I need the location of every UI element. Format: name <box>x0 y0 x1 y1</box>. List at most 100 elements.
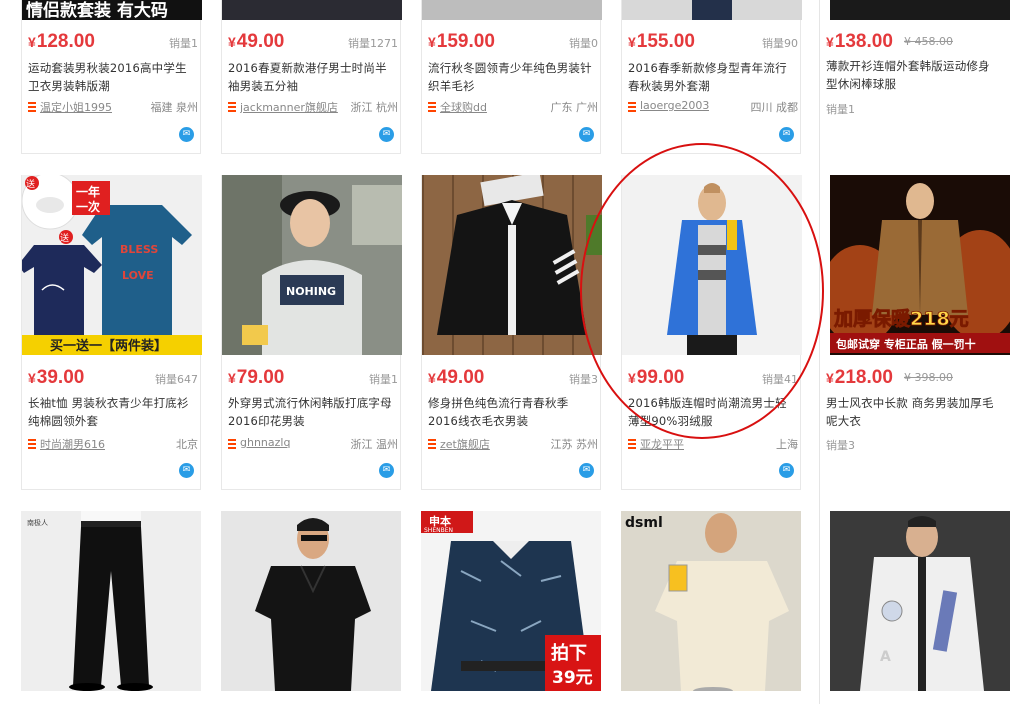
product-image[interactable]: BLESS LOVE 一年 一次 送 送 买一送一【两件装】 <box>22 175 202 355</box>
price-tag-text: 拍下 <box>551 642 587 664</box>
price-row: ¥79.00 销量1 <box>228 365 398 391</box>
product-card[interactable]: ¥99.00 销量41 2016韩版连帽时尚潮流男士轻薄型90%羽绒服 亚龙平平… <box>621 175 802 490</box>
shop-link[interactable]: 温定小姐1995 <box>40 99 112 115</box>
product-image[interactable]: 情侣款套装 有大码 <box>22 0 202 20</box>
product-title[interactable]: 外穿男式流行休闲韩版打底字母2016印花男装 <box>228 394 398 430</box>
price: ¥138.00 <box>826 31 893 52</box>
brand-logo-text: 南极人 <box>27 518 48 527</box>
shop-icon <box>628 102 636 112</box>
product-card[interactable]: ¥49.00 销量3 修身拼色纯色流行青春秋季2016线衣毛衣男装 zet旗舰店… <box>421 175 602 490</box>
product-card[interactable]: dsml <box>621 511 801 695</box>
shop-icon <box>428 439 436 449</box>
image-text: NOHING <box>286 285 336 298</box>
image-banner-text: 情侣款套装 有大码 <box>26 1 168 20</box>
product-card[interactable]: BLESS LOVE 一年 一次 送 送 买一送一【两件装】 ¥39.00 销量… <box>21 175 202 490</box>
chat-bubble-icon[interactable]: ✉ <box>579 127 594 142</box>
shop-row: zet旗舰店 江苏 苏州 <box>428 436 598 452</box>
product-title[interactable]: 运动套装男秋装2016高中学生卫衣男装韩版潮 <box>28 59 198 95</box>
shop-link[interactable]: laoerge2003 <box>640 99 709 112</box>
brand-logo-text: dsml <box>625 515 663 531</box>
product-image[interactable] <box>622 175 802 355</box>
column-divider <box>819 0 820 704</box>
shop-row: jackmanner旗舰店 浙江 杭州 <box>228 99 398 115</box>
product-title[interactable]: 薄款开衫连帽外套韩版运动修身型休闲棒球服 <box>826 57 996 93</box>
sales-count: 销量1271 <box>348 37 398 50</box>
image-banner-subtext: 包邮试穿 专柜正品 假一罚十 <box>835 337 976 351</box>
product-image[interactable] <box>422 175 602 355</box>
location: 福建 泉州 <box>150 101 199 114</box>
price: ¥99.00 <box>628 367 685 388</box>
shop-link[interactable]: 时尚潮男616 <box>40 436 105 452</box>
chat-bubble-icon[interactable]: ✉ <box>379 463 394 478</box>
chat-bubble-icon[interactable]: ✉ <box>179 127 194 142</box>
product-card[interactable]: 申本 SHENBEN 拍下 39元 <box>421 511 601 691</box>
product-card[interactable]: ¥155.00 销量90 2016春季新款修身型青年流行春秋装男外套潮 laoe… <box>621 0 802 154</box>
product-image[interactable]: dsml <box>621 511 801 695</box>
price-row: ¥138.00 ¥ 458.00 <box>826 29 996 55</box>
product-image[interactable]: NOHING <box>222 175 402 355</box>
product-card[interactable]: ¥49.00 销量1271 2016春夏新款港仔男士时尚半袖男装五分袖 jack… <box>221 0 402 154</box>
chat-bubble-icon[interactable]: ✉ <box>379 127 394 142</box>
price-tag-price: 39元 <box>552 668 593 688</box>
product-image[interactable] <box>222 0 402 20</box>
sales-count: 销量41 <box>762 373 798 386</box>
product-title[interactable]: 流行秋冬圆领青少年纯色男装针织羊毛衫 <box>428 59 598 95</box>
location: 上海 <box>776 438 798 451</box>
chat-bubble-icon[interactable]: ✉ <box>179 463 194 478</box>
product-title[interactable]: 2016春季新款修身型青年流行春秋装男外套潮 <box>628 59 798 95</box>
shop-icon <box>28 102 36 112</box>
sales-count: 销量1 <box>169 37 198 50</box>
location: 浙江 杭州 <box>350 101 399 114</box>
brand-logo-text: 申本 <box>429 514 451 528</box>
original-price: ¥ 398.00 <box>904 371 953 384</box>
shop-icon <box>628 439 636 449</box>
chat-bubble-icon[interactable]: ✉ <box>779 463 794 478</box>
price-row: ¥128.00 销量1 <box>28 29 198 55</box>
shop-link[interactable]: 亚龙平平 <box>640 436 684 452</box>
shop-row: 全球购dd 广东 广州 <box>428 99 598 115</box>
product-card[interactable]: 加厚保暖218元 包邮试穿 专柜正品 假一罚十 ¥218.00 ¥ 398.00… <box>826 175 1010 490</box>
image-text: BLESS <box>120 243 158 256</box>
product-image[interactable] <box>422 0 602 20</box>
product-title[interactable]: 男士风衣中长款 商务男装加厚毛呢大衣 <box>826 394 996 430</box>
product-card[interactable]: NOHING ¥79.00 销量1 外穿男式流行休闲韩版打底字母2016印花男装… <box>221 175 402 490</box>
price: ¥159.00 <box>428 31 495 52</box>
shop-row: ghnnazlq 浙江 温州 <box>228 436 398 452</box>
shop-icon <box>228 439 236 449</box>
shop-link[interactable]: zet旗舰店 <box>440 436 490 452</box>
shop-icon <box>28 439 36 449</box>
product-image[interactable]: 申本 SHENBEN 拍下 39元 <box>421 511 601 691</box>
brand-logo-subtext: SHENBEN <box>424 527 453 534</box>
product-title[interactable]: 2016春夏新款港仔男士时尚半袖男装五分袖 <box>228 59 398 95</box>
sales-count: 销量3 <box>826 439 855 452</box>
location: 浙江 温州 <box>350 438 399 451</box>
product-card[interactable]: ¥159.00 销量0 流行秋冬圆领青少年纯色男装针织羊毛衫 全球购dd 广东 … <box>421 0 602 154</box>
shop-row: laoerge2003 四川 成都 <box>628 99 798 115</box>
product-card[interactable]: A <box>830 511 1010 691</box>
sales-count: 销量1 <box>826 103 855 116</box>
product-card[interactable] <box>221 511 401 691</box>
product-card[interactable]: 情侣款套装 有大码 ¥128.00 销量1 运动套装男秋装2016高中学生卫衣男… <box>21 0 202 154</box>
product-image[interactable]: 加厚保暖218元 包邮试穿 专柜正品 假一罚十 <box>830 175 1010 355</box>
product-image[interactable] <box>221 511 401 691</box>
shop-link[interactable]: ghnnazlq <box>240 436 290 449</box>
product-image[interactable] <box>622 0 802 20</box>
price-row: ¥49.00 销量1271 <box>228 29 398 55</box>
location: 江苏 苏州 <box>550 438 599 451</box>
chat-bubble-icon[interactable]: ✉ <box>579 463 594 478</box>
product-image[interactable]: 南极人 <box>21 511 201 691</box>
price: ¥218.00 <box>826 367 893 388</box>
product-title[interactable]: 修身拼色纯色流行青春秋季2016线衣毛衣男装 <box>428 394 598 430</box>
product-title[interactable]: 2016韩版连帽时尚潮流男士轻薄型90%羽绒服 <box>628 394 798 430</box>
shop-row: 亚龙平平 上海 <box>628 436 798 452</box>
chat-bubble-icon[interactable]: ✉ <box>779 127 794 142</box>
product-image[interactable]: A <box>830 511 1010 691</box>
product-image[interactable] <box>830 0 1010 20</box>
product-card[interactable]: 南极人 <box>21 511 201 691</box>
product-card[interactable]: ¥138.00 ¥ 458.00 薄款开衫连帽外套韩版运动修身型休闲棒球服 销量… <box>826 0 1010 154</box>
shop-link[interactable]: jackmanner旗舰店 <box>240 99 338 115</box>
price-row: ¥159.00 销量0 <box>428 29 598 55</box>
badge-left: 送 <box>26 178 35 190</box>
product-title[interactable]: 长袖t恤 男装秋衣青少年打底衫纯棉圆领外套 <box>28 394 198 430</box>
shop-link[interactable]: 全球购dd <box>440 99 487 115</box>
